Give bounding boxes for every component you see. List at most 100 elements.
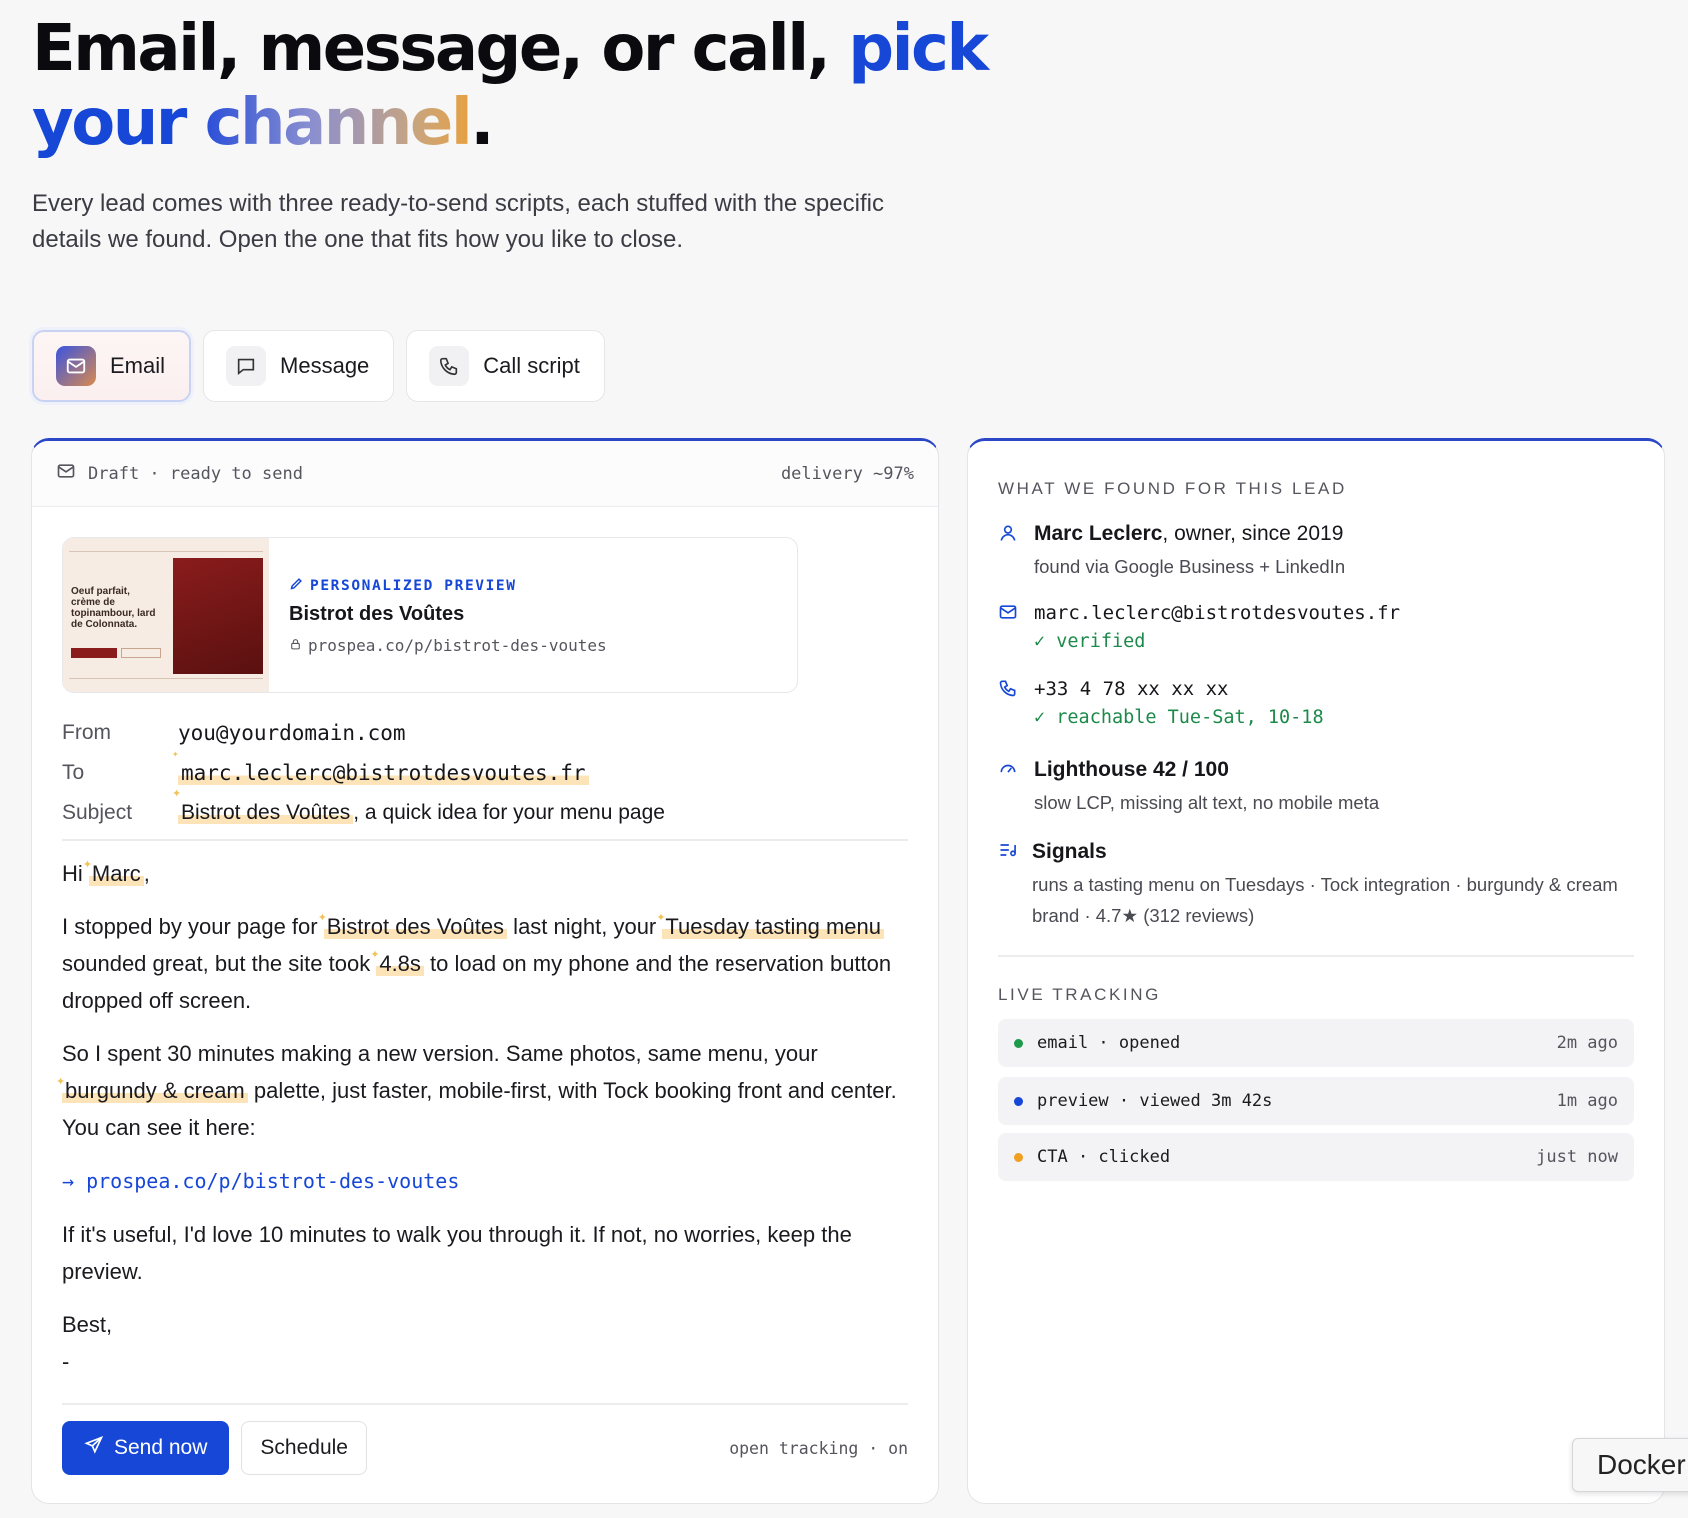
- title-dot: .: [470, 86, 494, 160]
- load-time-highlight: 4.8s: [376, 951, 424, 976]
- paragraph-3: If it's useful, I'd love 10 minutes to w…: [62, 1222, 852, 1284]
- tracking-event: CTA · clicked: [1037, 1147, 1171, 1167]
- preview-url-text: prospea.co/p/bistrot-des-voutes: [308, 636, 607, 655]
- mail-icon: [56, 346, 96, 386]
- contact-email: marc.leclerc@bistrotdesvoutes.fr ✓ verif…: [998, 599, 1638, 657]
- lighthouse-score: Lighthouse 42 / 100 slow LCP, missing al…: [998, 755, 1638, 818]
- divider: [998, 955, 1634, 957]
- signals: Signals runs a tasting menu on Tuesdays …: [998, 837, 1638, 931]
- tracking-time: 1m ago: [1556, 1091, 1618, 1111]
- lock-icon: [289, 636, 302, 655]
- lead-email[interactable]: marc.leclerc@bistrotdesvoutes.fr: [1034, 599, 1400, 627]
- mail-icon: [56, 461, 76, 486]
- paragraph-1: I stopped by your page for Bistrot des V…: [62, 908, 912, 1019]
- tracking-time: 2m ago: [1556, 1033, 1618, 1053]
- chat-bubble-icon: [226, 346, 267, 386]
- live-tracking-heading: LIVE TRACKING: [998, 985, 1161, 1004]
- personalized-preview-card[interactable]: Oeuf parfait, crème de topinambour, lard…: [62, 537, 798, 693]
- schedule-button[interactable]: Schedule: [241, 1421, 367, 1475]
- tab-email[interactable]: Email: [32, 330, 192, 402]
- page-subtitle: Every lead comes with three ready-to-sen…: [32, 190, 884, 253]
- signoff: Best,: [62, 1312, 113, 1337]
- preview-link[interactable]: → prospea.co/p/bistrot-des-voutes: [62, 1169, 459, 1193]
- page-title: Email, message, or call, pick your chann…: [32, 12, 992, 160]
- phone-icon: [429, 346, 470, 386]
- paragraph-2: So I spent 30 minutes making a new versi…: [62, 1035, 912, 1146]
- draft-status: Draft · ready to send: [88, 463, 303, 484]
- tracking-time: just now: [1536, 1147, 1618, 1167]
- from-label: From: [62, 721, 111, 744]
- tab-label: Message: [280, 353, 370, 378]
- person-source: found via Google Business + LinkedIn: [1034, 556, 1346, 577]
- send-now-button[interactable]: Send now: [62, 1421, 230, 1475]
- tracking-row: email · opened 2m ago: [998, 1019, 1634, 1067]
- preview-thumbnail: Oeuf parfait, crème de topinambour, lard…: [63, 538, 269, 692]
- person-role: , owner, since 2019: [1162, 522, 1344, 545]
- preview-name: Bistrot des Voûtes: [289, 603, 465, 625]
- person-icon: [998, 519, 1020, 582]
- name-highlight: Marc: [88, 861, 144, 886]
- title-highlight: pick: [848, 12, 989, 86]
- to-row: To marc.leclerc@bistrotdesvoutes.fr: [62, 753, 912, 793]
- hero: Email, message, or call, pick your chann…: [32, 12, 992, 258]
- delivery-rate: delivery ~97%: [780, 463, 914, 484]
- draft-status-bar: Draft · ready to send delivery ~97%: [32, 441, 938, 507]
- preview-tag: PERSONALIZED PREVIEW: [289, 576, 607, 595]
- subject-row: Subject Bistrot des Voûtes, a quick idea…: [62, 793, 912, 833]
- greeting: Hi Marc,: [62, 855, 912, 892]
- status-dot: [1014, 1096, 1023, 1106]
- status-dot: [1014, 1038, 1023, 1048]
- lighthouse-value: Lighthouse 42 / 100: [1034, 758, 1229, 781]
- to-value[interactable]: marc.leclerc@bistrotdesvoutes.fr: [178, 761, 589, 785]
- gauge-icon: [998, 755, 1020, 818]
- signature: -: [62, 1349, 70, 1374]
- email-headers: From you@yourdomain.com To marc.leclerc@…: [62, 713, 912, 833]
- status-dot: [1014, 1152, 1023, 1162]
- from-row: From you@yourdomain.com: [62, 713, 912, 753]
- title-part: Email, message, or call,: [32, 12, 849, 86]
- tracking-event: preview · viewed 3m 42s: [1037, 1091, 1273, 1111]
- divider: [62, 1403, 908, 1405]
- to-label: To: [62, 761, 85, 784]
- preview-tag-label: PERSONALIZED PREVIEW: [310, 577, 517, 594]
- subject-rest: , a quick idea for your menu page: [353, 801, 665, 824]
- palette-highlight: burgundy & cream: [62, 1078, 248, 1103]
- subject-value[interactable]: Bistrot des Voûtes, a quick idea for you…: [178, 801, 665, 825]
- contact-person: Marc Leclerc, owner, since 2019 found vi…: [998, 519, 1638, 582]
- phone-icon: [998, 675, 1020, 733]
- phone-reachable-status: ✓ reachable Tue-Sat, 10-18: [1034, 707, 1324, 728]
- found-heading: WHAT WE FOUND FOR THIS LEAD: [998, 479, 1347, 498]
- lead-info-card: WHAT WE FOUND FOR THIS LEAD Marc Leclerc…: [967, 438, 1665, 1504]
- subject-highlight: Bistrot des Voûtes: [178, 801, 354, 824]
- tab-message[interactable]: Message: [203, 330, 395, 402]
- send-icon: [84, 1435, 104, 1461]
- pencil-icon: [289, 576, 304, 595]
- contact-phone: +33 4 78 xx xx xx ✓ reachable Tue-Sat, 1…: [998, 675, 1638, 733]
- tab-call-script[interactable]: Call script: [406, 330, 605, 402]
- title-highlight: your: [32, 86, 205, 160]
- signals-detail: runs a tasting menu on Tuesdays · Tock i…: [1032, 874, 1618, 926]
- tab-label: Email: [110, 353, 166, 378]
- menu-highlight: Tuesday tasting menu: [662, 914, 885, 939]
- signals-title: Signals: [1032, 840, 1107, 863]
- subject-label: Subject: [62, 801, 133, 824]
- channel-tabs: Email Message Call script: [32, 330, 605, 402]
- draft-actions: Send now Schedule open tracking · on: [62, 1421, 908, 1475]
- tab-label: Call script: [483, 353, 580, 378]
- docker-tooltip[interactable]: Docker: [1572, 1438, 1688, 1492]
- tracking-row: CTA · clicked just now: [998, 1133, 1634, 1181]
- open-tracking-status[interactable]: open tracking · on: [729, 1439, 908, 1458]
- preview-url: prospea.co/p/bistrot-des-voutes: [289, 636, 607, 655]
- send-label: Send now: [114, 1436, 208, 1459]
- email-verified-status: ✓ verified: [1034, 631, 1146, 652]
- thumbnail-text: Oeuf parfait, crème de topinambour, lard…: [71, 586, 156, 630]
- tracking-event: email · opened: [1037, 1033, 1181, 1053]
- mail-icon: [998, 599, 1020, 657]
- lighthouse-detail: slow LCP, missing alt text, no mobile me…: [1034, 792, 1380, 813]
- tracking-row: preview · viewed 3m 42s 1m ago: [998, 1077, 1634, 1125]
- lead-phone[interactable]: +33 4 78 xx xx xx: [1034, 675, 1324, 703]
- signals-list-icon: [998, 837, 1018, 931]
- from-value[interactable]: you@yourdomain.com: [178, 721, 406, 745]
- email-body[interactable]: Hi Marc, I stopped by your page for Bist…: [62, 855, 912, 1396]
- person-name: Marc Leclerc: [1034, 522, 1163, 545]
